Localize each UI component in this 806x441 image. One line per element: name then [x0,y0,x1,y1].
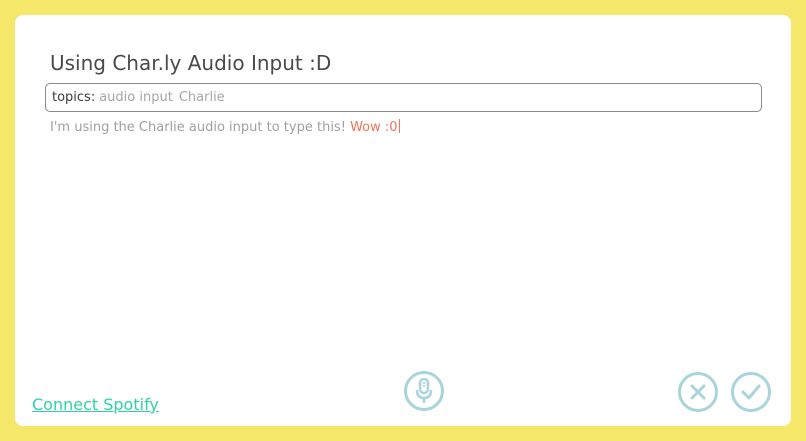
check-icon [741,384,761,400]
topic-tag[interactable]: audio input [99,90,173,105]
cancel-button[interactable] [678,372,718,412]
topics-input[interactable]: topics: audio input Charlie [45,83,762,112]
text-caret [398,119,400,133]
note-title[interactable]: Using Char.ly Audio Input :D [50,51,331,75]
note-body-field[interactable]: I'm using the Charlie audio input to typ… [50,119,400,135]
note-highlight-text: Wow :0 [350,120,398,135]
close-icon [690,384,706,400]
topic-tag[interactable]: Charlie [179,90,225,105]
microphone-icon [415,378,433,404]
topics-label: topics: [52,90,96,105]
connect-spotify-link[interactable]: Connect Spotify [32,395,159,414]
note-editor-card: Using Char.ly Audio Input :D topics: aud… [15,15,791,426]
note-body-text: I'm using the Charlie audio input to typ… [50,120,351,135]
confirm-button[interactable] [731,372,771,412]
microphone-button[interactable] [404,371,444,411]
